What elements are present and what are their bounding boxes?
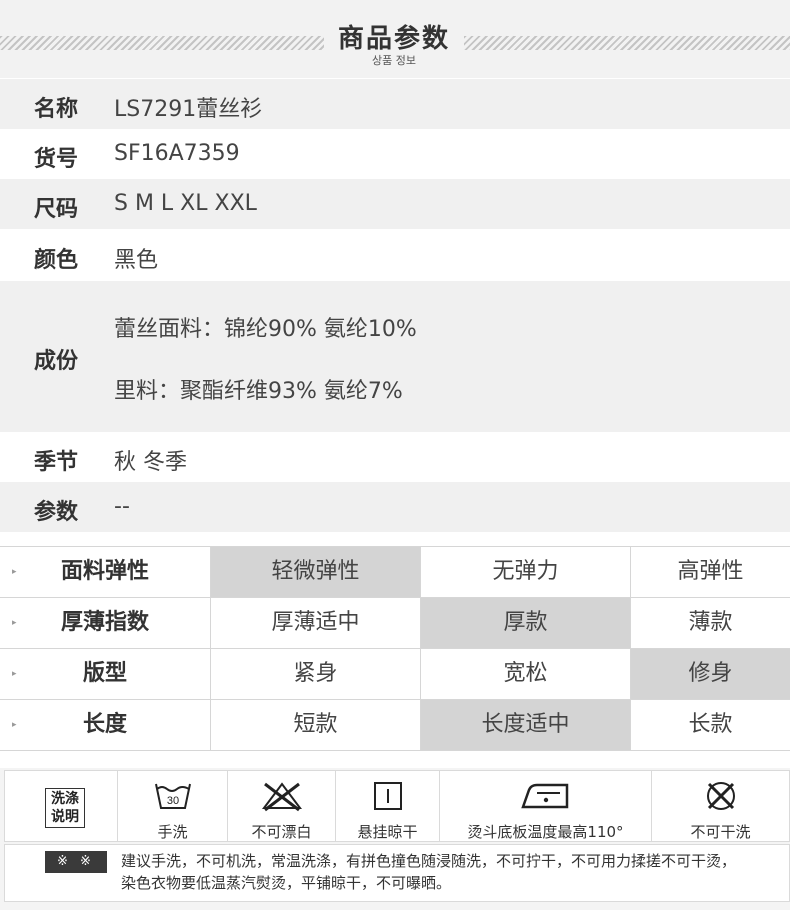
header-subtitle: 상품 정보 [372, 54, 416, 67]
info-label: 季节 [34, 450, 79, 475]
care-item-no-dry-clean: 不可干洗 [651, 771, 789, 841]
badge-line: 洗涤 [51, 791, 79, 807]
attribute-option: 厚薄适中 [210, 598, 420, 648]
hang-dry-icon [336, 779, 439, 813]
info-row-name: 名称 LS7291蕾丝衫 [0, 79, 790, 129]
care-label: 不可漂白 [251, 823, 312, 841]
header-hatch-left [0, 36, 324, 50]
product-params-page: 商品参数 상품 정보 名称 LS7291蕾丝衫 货号 SF16A7359 尺码 … [0, 0, 790, 910]
info-row-sku: 货号 SF16A7359 [0, 129, 790, 179]
info-value: LS7291蕾丝衫 [114, 97, 263, 122]
care-label: 悬挂晾干 [357, 823, 418, 841]
attribute-option: 厚款 [420, 598, 630, 648]
info-label: 参数 [34, 500, 79, 525]
reference-mark-icon: ※ ※ [45, 851, 107, 873]
attribute-row: ▸ 版型 紧身 宽松 修身 [0, 649, 790, 700]
info-value-line: 蕾丝面料：锦纶90% 氨纶10% [114, 317, 417, 342]
care-item-no-bleach: 不可漂白 [227, 771, 335, 841]
care-label: 烫斗底板温度最高110° [467, 823, 624, 841]
info-row-size: 尺码 S M L XL XXL [0, 179, 790, 229]
info-value: S M L XL XXL [114, 191, 257, 216]
wash-instructions-badge: 洗涤 说明 [45, 788, 85, 828]
info-value: 黑色 [114, 248, 159, 273]
svg-text:30: 30 [166, 795, 178, 807]
attribute-option: 短款 [210, 700, 420, 750]
care-note-line: 染色衣物要低温蒸汽熨烫，平铺晾干，不可曝晒。 [121, 874, 452, 892]
care-item-iron: 烫斗底板温度最高110° [439, 771, 651, 841]
info-value: 秋 冬季 [114, 450, 187, 475]
iron-icon [440, 779, 651, 813]
info-label: 颜色 [34, 248, 79, 273]
info-label: 名称 [34, 97, 79, 122]
attribute-option: 无弹力 [420, 547, 630, 597]
attribute-option: 高弹性 [630, 547, 790, 597]
attribute-name: 版型 [82, 661, 127, 686]
info-value: SF16A7359 [114, 141, 240, 166]
attribute-option: 轻微弹性 [210, 547, 420, 597]
info-row-composition: 成份 蕾丝面料：锦纶90% 氨纶10% 里料：聚酯纤维93% 氨纶7% [0, 281, 790, 432]
care-item-hang-dry: 悬挂晾干 [335, 771, 439, 841]
care-item-hand-wash: 30 手洗 [117, 771, 227, 841]
attribute-option: 长款 [630, 700, 790, 750]
attribute-row: ▸ 长度 短款 长度适中 长款 [0, 700, 790, 751]
info-value-line: 里料：聚酯纤维93% 氨纶7% [114, 379, 403, 404]
care-section: 洗涤 说明 30 手洗 不可漂白 悬挂晾干 烫斗底板温度最高110° 不可干洗 … [0, 768, 790, 910]
attribute-option: 修身 [630, 649, 790, 699]
info-label: 成份 [34, 349, 79, 374]
care-icons-box: 洗涤 说明 30 手洗 不可漂白 悬挂晾干 烫斗底板温度最高110° 不可干洗 [4, 770, 790, 842]
info-row-params: 参数 -- [0, 482, 790, 532]
info-row-season: 季节 秋 冬季 [0, 432, 790, 482]
care-label: 不可干洗 [690, 823, 751, 841]
info-row-color: 颜色 黑色 [0, 229, 790, 281]
attribute-row: ▸ 厚薄指数 厚薄适中 厚款 薄款 [0, 598, 790, 649]
attribute-table: ▸ 面料弹性 轻微弹性 无弹力 高弹性 ▸ 厚薄指数 厚薄适中 厚款 薄款 ▸ … [0, 546, 790, 751]
badge-line: 说明 [51, 809, 79, 825]
attribute-name: 厚薄指数 [60, 610, 149, 635]
header-hatch-right [464, 36, 790, 50]
attribute-name: 长度 [82, 712, 127, 737]
attribute-option: 宽松 [420, 649, 630, 699]
header-title: 商品参数 [337, 24, 450, 54]
care-note-text: 建议手洗，不可机洗，常温洗涤，有拼色撞色随浸随洗，不可拧干，不可用力揉搓不可干烫… [121, 850, 785, 894]
attribute-option: 长度适中 [420, 700, 630, 750]
attribute-option: 薄款 [630, 598, 790, 648]
info-value: -- [114, 494, 130, 519]
hand-wash-30-icon: 30 [118, 779, 227, 813]
care-label: 手洗 [157, 823, 188, 841]
care-badge-cell: 洗涤 说明 [5, 771, 117, 841]
section-header: 商品参数 상품 정보 [0, 0, 790, 78]
attribute-name: 面料弹性 [60, 559, 149, 584]
attribute-option: 紧身 [210, 649, 420, 699]
no-dry-clean-icon [652, 779, 789, 813]
care-note-line: 建议手洗，不可机洗，常温洗涤，有拼色撞色随浸随洗，不可拧干，不可用力揉搓不可干烫… [121, 852, 737, 870]
info-label: 尺码 [34, 197, 79, 222]
no-bleach-icon [228, 779, 335, 813]
info-label: 货号 [34, 147, 79, 172]
care-note-box: ※ ※ 建议手洗，不可机洗，常温洗涤，有拼色撞色随浸随洗，不可拧干，不可用力揉搓… [4, 844, 790, 902]
attribute-row: ▸ 面料弹性 轻微弹性 无弹力 高弹性 [0, 547, 790, 598]
